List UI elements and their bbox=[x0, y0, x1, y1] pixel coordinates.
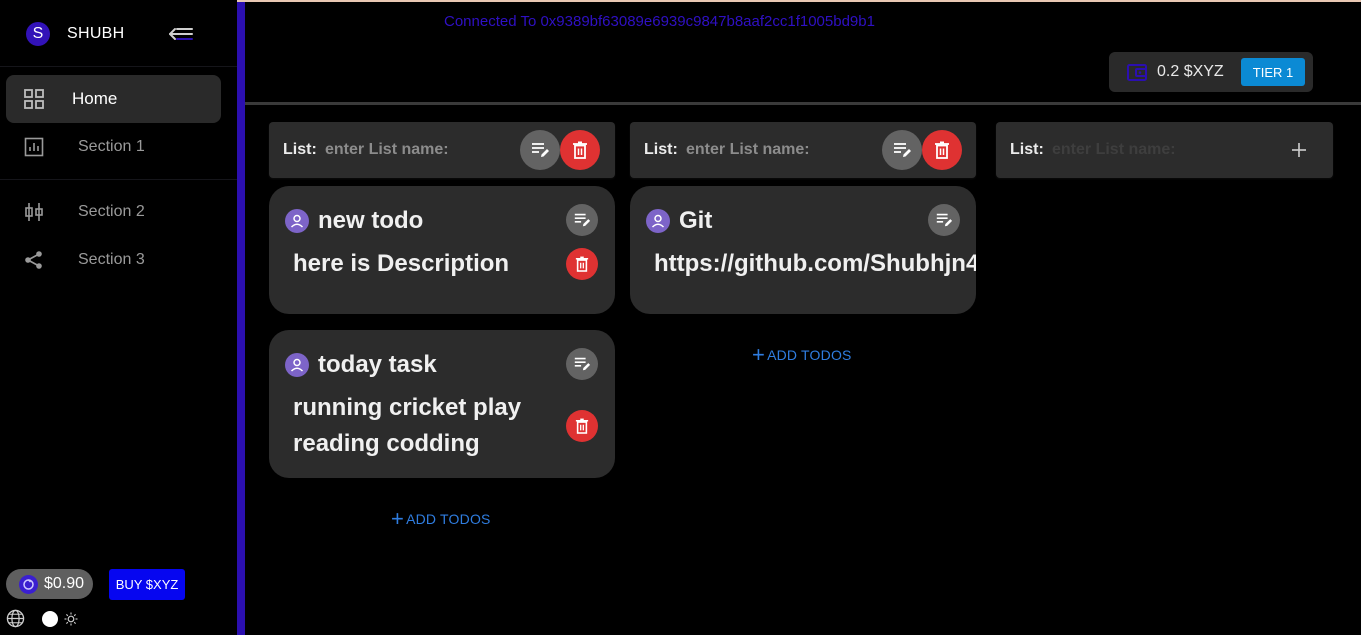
wallet-balance: 0.2 $XYZ bbox=[1157, 63, 1224, 80]
token-price: $0.90 bbox=[44, 575, 85, 592]
todo-description-line: reading codding bbox=[293, 430, 480, 457]
edit-icon bbox=[532, 143, 549, 157]
user-icon bbox=[285, 353, 309, 377]
buy-token-button[interactable]: BUY $XYZ bbox=[109, 569, 185, 600]
collapse-sidebar-button[interactable] bbox=[166, 24, 194, 44]
edit-icon bbox=[936, 213, 953, 227]
todo-title: new todo bbox=[318, 207, 424, 234]
globe-icon[interactable] bbox=[6, 609, 25, 628]
add-todos-button[interactable]: + ADD TODOS bbox=[752, 342, 852, 367]
sidebar-item-section-3[interactable]: Section 3 bbox=[6, 236, 221, 284]
token-price-badge: $0.90 bbox=[6, 569, 93, 599]
sidebar-item-section-2[interactable]: Section 2 bbox=[6, 188, 221, 236]
sidebar-item-label: Section 3 bbox=[78, 251, 145, 268]
edit-icon bbox=[574, 357, 591, 371]
wallet-badge: 0.2 $XYZ TIER 1 bbox=[1109, 52, 1313, 92]
token-coin-icon bbox=[19, 574, 38, 594]
user-icon bbox=[646, 209, 670, 233]
edit-list-button[interactable] bbox=[520, 130, 560, 170]
list-name-input[interactable] bbox=[325, 138, 515, 162]
list-label: List: bbox=[283, 141, 317, 158]
add-todos-button[interactable]: + ADD TODOS bbox=[391, 506, 491, 531]
list-header: List: bbox=[269, 122, 615, 178]
list-name-input[interactable] bbox=[686, 138, 876, 162]
sidebar-divider bbox=[0, 179, 237, 180]
add-list-button[interactable] bbox=[1288, 139, 1310, 161]
collapse-arrow-icon bbox=[169, 28, 193, 40]
trash-icon bbox=[935, 141, 949, 159]
header-divider bbox=[245, 102, 1361, 105]
plus-icon: + bbox=[752, 342, 766, 367]
edit-icon bbox=[894, 143, 911, 157]
todo-title: today task bbox=[318, 351, 437, 378]
trash-icon bbox=[575, 256, 589, 272]
list-header: List: bbox=[630, 122, 976, 178]
list-label: List: bbox=[1010, 141, 1044, 158]
delete-list-button[interactable] bbox=[560, 130, 600, 170]
sidebar-edge bbox=[237, 2, 245, 635]
edit-list-button[interactable] bbox=[882, 130, 922, 170]
todo-description: https://github.com/Shubhjn4 bbox=[654, 250, 976, 277]
todo-card: new todo here is Description bbox=[269, 186, 615, 314]
sidebar-item-label: Section 2 bbox=[78, 203, 145, 220]
edit-todo-button[interactable] bbox=[566, 348, 598, 380]
theme-toggle[interactable] bbox=[42, 611, 78, 627]
todo-title: Git bbox=[679, 207, 713, 234]
trash-icon bbox=[573, 141, 587, 159]
edit-icon bbox=[574, 213, 591, 227]
todo-card: today task running cricket play reading … bbox=[269, 330, 615, 478]
sidebar-item-label: Section 1 bbox=[78, 138, 145, 155]
sidebar-item-section-1[interactable]: Section 1 bbox=[6, 123, 221, 171]
todo-description-line: running cricket play bbox=[293, 394, 522, 421]
grid-icon bbox=[24, 89, 44, 109]
plus-icon: + bbox=[391, 506, 405, 531]
brand-avatar: S bbox=[26, 22, 50, 46]
user-icon bbox=[285, 209, 309, 233]
edit-todo-button[interactable] bbox=[566, 204, 598, 236]
sliders-icon bbox=[25, 203, 43, 221]
chart-icon bbox=[24, 137, 44, 157]
sidebar-item-home[interactable]: Home bbox=[6, 75, 221, 123]
wallet-icon bbox=[1127, 64, 1147, 81]
toggle-knob bbox=[42, 611, 58, 627]
plus-icon bbox=[1292, 143, 1306, 157]
new-list-name-input[interactable] bbox=[1052, 138, 1242, 162]
sidebar-divider bbox=[0, 66, 237, 67]
todo-card: Git https://github.com/Shubhjn4 bbox=[630, 186, 976, 314]
new-list-header: List: bbox=[996, 122, 1333, 178]
edit-todo-button[interactable] bbox=[928, 204, 960, 236]
delete-todo-button[interactable] bbox=[566, 410, 598, 442]
todo-description: here is Description bbox=[293, 250, 510, 277]
add-todos-label: ADD TODOS bbox=[406, 511, 491, 527]
brand[interactable]: S SHUBH bbox=[26, 22, 125, 46]
sidebar: S SHUBH Home Section 1 Section 2 Section… bbox=[0, 0, 237, 635]
sidebar-item-label: Home bbox=[72, 89, 118, 108]
tier-badge[interactable]: TIER 1 bbox=[1241, 58, 1305, 86]
add-todos-label: ADD TODOS bbox=[767, 347, 852, 363]
list-label: List: bbox=[644, 141, 678, 158]
delete-todo-button[interactable] bbox=[566, 248, 598, 280]
trash-icon bbox=[575, 418, 589, 434]
sun-icon bbox=[64, 612, 78, 626]
connection-status: Connected To 0x9389bf63089e6939c9847b8aa… bbox=[444, 13, 875, 30]
share-icon bbox=[25, 251, 42, 269]
brand-name: SHUBH bbox=[67, 25, 125, 42]
delete-list-button[interactable] bbox=[922, 130, 962, 170]
